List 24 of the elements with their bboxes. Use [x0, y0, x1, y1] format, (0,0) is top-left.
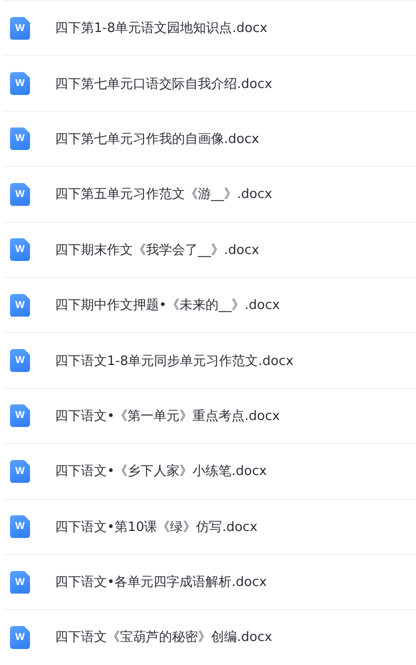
- file-name[interactable]: 四下期中作文押题•《未来的__》.docx: [55, 296, 280, 314]
- word-document-icon: W: [10, 626, 30, 649]
- file-name[interactable]: 四下第七单元习作我的自画像.docx: [55, 130, 260, 148]
- word-document-icon: W: [10, 570, 30, 594]
- file-name[interactable]: 四下第1-8单元语文园地知识点.docx: [55, 19, 268, 38]
- file-name[interactable]: 四下语文•《乡下人家》小练笔.docx: [55, 462, 267, 480]
- word-document-icon: W: [10, 16, 30, 40]
- file-name[interactable]: 四下第五单元习作范文《游__》.docx: [55, 185, 272, 204]
- word-document-icon: W: [10, 238, 30, 262]
- word-document-icon: W: [10, 460, 30, 483]
- word-document-icon: W: [10, 349, 30, 372]
- file-name[interactable]: 四下第七单元口语交际自我介绍.docx: [55, 74, 272, 93]
- file-name[interactable]: 四下语文•《第一单元》重点考点.docx: [55, 406, 280, 425]
- word-document-icon: W: [10, 515, 30, 538]
- word-document-icon: W: [10, 294, 30, 317]
- file-name[interactable]: 四下期末作文《我学会了__》.docx: [55, 240, 260, 259]
- word-document-icon: W: [10, 72, 30, 96]
- word-document-icon: W: [10, 404, 30, 428]
- word-document-icon: W: [10, 182, 30, 206]
- word-document-icon: W: [10, 127, 30, 150]
- file-name[interactable]: 四下语文•第10课《绿》仿写.docx: [55, 518, 258, 536]
- file-name[interactable]: 四下语文•各单元四字成语解析.docx: [55, 573, 267, 592]
- file-name[interactable]: 四下语文《宝葫芦的秘密》创编.docx: [55, 628, 272, 646]
- file-name[interactable]: 四下语文1-8单元同步单元习作范文.docx: [55, 352, 294, 370]
